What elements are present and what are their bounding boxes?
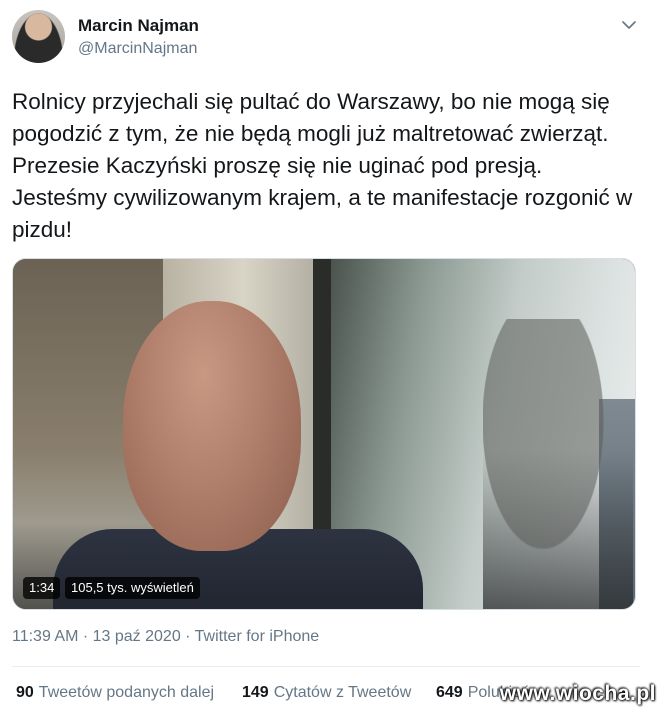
video-duration-badge: 1:34 — [23, 577, 61, 599]
tweet-meta: 11:39 AM · 13 paź 2020 · Twitter for iPh… — [12, 628, 319, 646]
chevron-down-icon[interactable] — [620, 16, 638, 34]
tweet-header: Marcin Najman @MarcinNajman — [12, 10, 642, 66]
quotes-label: Cytatów z Tweetów — [273, 684, 412, 701]
likes-count: 649 — [436, 684, 463, 701]
retweets-label: Tweetów podanych dalej — [38, 684, 215, 701]
quotes-stat[interactable]: 149 Cytatów z Tweetów — [242, 684, 411, 702]
avatar[interactable] — [12, 10, 65, 63]
tweet-source[interactable]: Twitter for iPhone — [195, 628, 320, 645]
video-views-badge: 105,5 tys. wyświetleń — [65, 577, 200, 599]
divider — [12, 666, 640, 667]
meta-separator: · — [78, 628, 93, 645]
tweet-time[interactable]: 11:39 AM — [12, 628, 78, 645]
author-name[interactable]: Marcin Najman — [78, 16, 199, 36]
video-frame-face — [123, 301, 301, 551]
watermark: www.wiocha.pl — [499, 682, 656, 705]
tweet-card: Marcin Najman @MarcinNajman Rolnicy przy… — [0, 0, 668, 724]
retweets-stat[interactable]: 90 Tweetów podanych dalej — [16, 684, 214, 702]
tweet-text: Rolnicy przyjechali się pultać do Warsza… — [12, 89, 633, 242]
retweets-count: 90 — [16, 684, 34, 701]
meta-separator-2: · — [180, 628, 195, 645]
quotes-count: 149 — [242, 684, 269, 701]
video-frame-reflection — [483, 319, 633, 609]
tweet-date[interactable]: 13 paź 2020 — [93, 628, 181, 645]
video-player[interactable]: 1:34 105,5 tys. wyświetleń — [12, 258, 636, 610]
author-handle[interactable]: @MarcinNajman — [78, 40, 197, 58]
